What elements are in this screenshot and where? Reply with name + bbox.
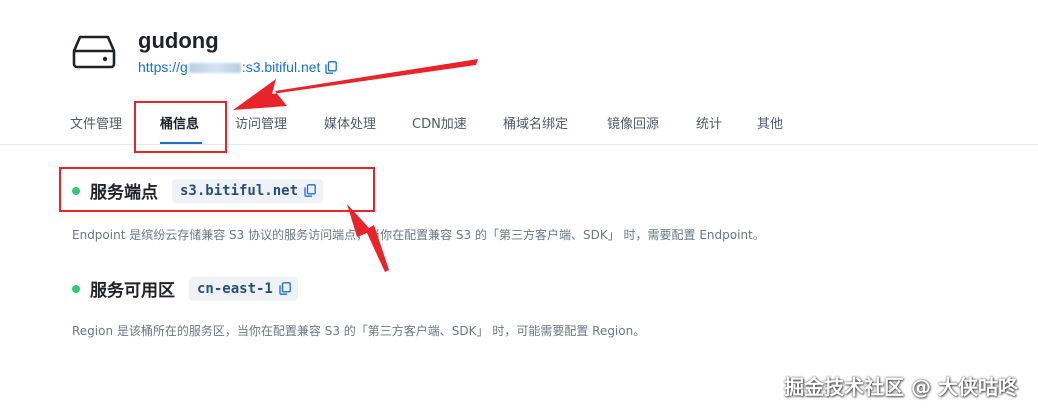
bucket-info-page: gudong https://g:s3.bitiful.net 文件管理 桶信息… — [0, 0, 1038, 414]
tab-media-processing[interactable]: 媒体处理 — [324, 113, 376, 132]
annotation-box-tab — [134, 101, 227, 153]
annotation-box-endpoint — [59, 167, 375, 212]
hard-drive-icon — [72, 35, 116, 69]
bucket-url-prefix: https://g — [138, 59, 188, 75]
bucket-url[interactable]: https://g :s3.bitiful.net — [138, 59, 338, 75]
region-section-header: 服务可用区 cn-east-1 — [72, 276, 298, 301]
watermark: 掘金技术社区 @ 大侠咕咚 — [784, 375, 1018, 399]
region-value: cn-east-1 — [197, 280, 273, 297]
redaction-blur — [188, 63, 241, 74]
bucket-title: gudong — [138, 28, 219, 53]
region-description: Region 是该桶所在的服务区，当你在配置兼容 S3 的「第三方客户端、SDK… — [72, 324, 646, 338]
tab-cdn[interactable]: CDN加速 — [412, 113, 467, 132]
tab-access-management[interactable]: 访问管理 — [235, 113, 287, 132]
tab-mirror-origin[interactable]: 镜像回源 — [607, 113, 659, 132]
tab-domain-binding[interactable]: 桶域名绑定 — [503, 113, 568, 132]
tab-other[interactable]: 其他 — [757, 113, 783, 132]
tab-file-management[interactable]: 文件管理 — [70, 113, 122, 132]
bucket-url-suffix: :s3.bitiful.net — [241, 59, 321, 75]
copy-icon[interactable] — [279, 282, 291, 295]
endpoint-description: Endpoint 是缤纷云存储兼容 S3 协议的服务访问端点，当你在配置兼容 S… — [72, 228, 765, 242]
copy-icon[interactable] — [325, 60, 338, 74]
tab-statistics[interactable]: 统计 — [696, 113, 722, 132]
status-dot — [72, 284, 80, 293]
region-value-badge[interactable]: cn-east-1 — [189, 276, 298, 301]
region-title: 服务可用区 — [90, 281, 175, 301]
